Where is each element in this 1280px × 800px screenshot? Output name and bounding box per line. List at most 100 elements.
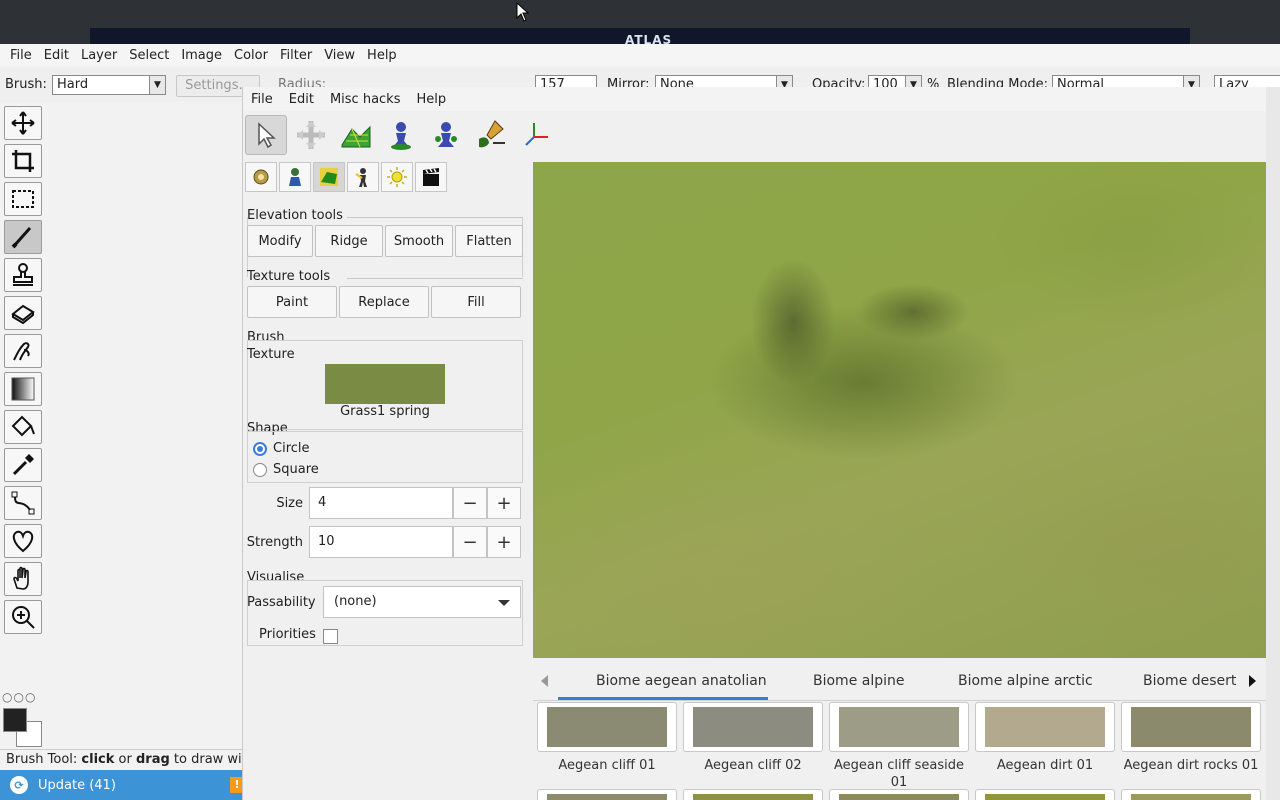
priorities-checkbox[interactable] bbox=[323, 629, 338, 644]
paintbrush-icon bbox=[479, 120, 505, 148]
smudge-tool-button[interactable] bbox=[4, 334, 42, 368]
texture-tile[interactable] bbox=[1121, 702, 1261, 752]
texture-tile[interactable] bbox=[537, 702, 677, 752]
crop-tool-button[interactable] bbox=[4, 144, 42, 178]
size-decrement-button[interactable]: − bbox=[453, 487, 487, 519]
crop-icon bbox=[12, 150, 34, 172]
passability-select[interactable]: (none) bbox=[323, 586, 521, 618]
stamp-tool-button[interactable] bbox=[4, 258, 42, 292]
status-click: click bbox=[81, 752, 115, 767]
terrain-3d-viewport[interactable] bbox=[533, 162, 1266, 658]
chevron-down-icon: ▼ bbox=[149, 76, 165, 94]
paint-menu-edit[interactable]: Edit bbox=[44, 48, 69, 63]
fill-icon bbox=[11, 415, 35, 437]
scroll-left-icon[interactable] bbox=[541, 675, 548, 687]
paint-terrain-tool-button[interactable] bbox=[470, 115, 512, 155]
palette-dots[interactable]: ○○○ bbox=[2, 690, 36, 704]
zoom-tool-button[interactable] bbox=[4, 600, 42, 634]
shape-square-radio[interactable]: Square bbox=[253, 462, 319, 477]
texture-tile[interactable] bbox=[829, 789, 969, 800]
strength-input[interactable]: 10 bbox=[309, 526, 453, 558]
update-notification-bar[interactable]: ⟳ Update (41) ! bbox=[0, 770, 244, 800]
move-tool-button[interactable] bbox=[4, 106, 42, 140]
brush-select[interactable]: Hard ▼ bbox=[52, 75, 166, 95]
strength-row: Strength 10 − + bbox=[247, 526, 525, 560]
texture-tile[interactable] bbox=[975, 789, 1115, 800]
cinematic-settings-tab[interactable] bbox=[415, 162, 447, 192]
texture-swatch bbox=[1131, 707, 1251, 747]
shape-square-label: Square bbox=[273, 462, 319, 477]
terrain-grid-icon bbox=[341, 125, 371, 148]
eraser-tool-button[interactable] bbox=[4, 296, 42, 330]
paint-menu-help[interactable]: Help bbox=[367, 48, 397, 63]
brush-tool-button[interactable] bbox=[4, 220, 42, 254]
size-input[interactable]: 4 bbox=[309, 487, 453, 519]
atlas-menu-file[interactable]: File bbox=[243, 92, 281, 107]
texture-preview-swatch[interactable] bbox=[325, 364, 445, 404]
transform-tool-button[interactable] bbox=[290, 115, 332, 155]
terrain-tool-button[interactable] bbox=[335, 115, 377, 155]
texture-tools-title: Texture tools bbox=[247, 269, 331, 284]
path-icon bbox=[11, 491, 35, 515]
paint-menu-filter[interactable]: Filter bbox=[280, 48, 312, 63]
paint-menu-file[interactable]: File bbox=[10, 48, 32, 63]
shapes-tool-button[interactable] bbox=[4, 524, 42, 558]
texture-tile[interactable] bbox=[683, 789, 823, 800]
texture-tile[interactable] bbox=[975, 702, 1115, 752]
tab-biome-aegean-anatolian[interactable]: Biome aegean anatolian bbox=[596, 673, 767, 689]
ridge-button[interactable]: Ridge bbox=[315, 225, 383, 257]
rect-select-tool-button[interactable] bbox=[4, 182, 42, 216]
object-tool-button[interactable] bbox=[380, 115, 422, 155]
pan-tool-button[interactable] bbox=[4, 562, 42, 596]
modify-button[interactable]: Modify bbox=[247, 225, 313, 257]
fill-tool-button[interactable] bbox=[4, 410, 42, 444]
player-tool-button[interactable] bbox=[425, 115, 467, 155]
pawn-group-icon bbox=[435, 122, 457, 147]
axes-tool-button[interactable] bbox=[515, 115, 557, 155]
atlas-editor-window: File Edit Misc hacks Help Elevation tool… bbox=[242, 87, 1266, 800]
atlas-menu-help[interactable]: Help bbox=[409, 92, 455, 107]
paint-menu-layer[interactable]: Layer bbox=[81, 48, 117, 63]
paint-menu-view[interactable]: View bbox=[324, 48, 355, 63]
map-settings-tab[interactable] bbox=[245, 162, 277, 192]
flatten-button[interactable]: Flatten bbox=[455, 225, 523, 257]
paint-button[interactable]: Paint bbox=[247, 286, 337, 318]
tab-biome-alpine-arctic[interactable]: Biome alpine arctic bbox=[958, 673, 1093, 689]
smooth-button[interactable]: Smooth bbox=[385, 225, 453, 257]
select-tool-button[interactable] bbox=[245, 115, 287, 155]
atlas-menu-edit[interactable]: Edit bbox=[281, 92, 322, 107]
scroll-right-icon[interactable] bbox=[1249, 675, 1256, 687]
strength-increment-button[interactable]: + bbox=[487, 526, 521, 558]
shape-circle-radio[interactable]: Circle bbox=[253, 441, 310, 456]
tab-biome-alpine[interactable]: Biome alpine bbox=[813, 673, 905, 689]
texture-tile[interactable] bbox=[683, 702, 823, 752]
move-icon bbox=[11, 111, 35, 135]
texture-name: Grass1 spring bbox=[340, 404, 430, 419]
desktop-top-bar: ATLAS bbox=[0, 0, 1280, 47]
paint-menu-color[interactable]: Color bbox=[234, 48, 268, 63]
eyedropper-tool-button[interactable] bbox=[4, 448, 42, 482]
foreground-color-swatch[interactable] bbox=[3, 708, 27, 732]
path-tool-button[interactable] bbox=[4, 486, 42, 520]
environment-settings-tab[interactable] bbox=[381, 162, 413, 192]
player-settings-tab[interactable] bbox=[279, 162, 311, 192]
tab-biome-desert[interactable]: Biome desert bbox=[1143, 673, 1236, 689]
size-increment-button[interactable]: + bbox=[487, 487, 521, 519]
atlas-menu-misc-hacks[interactable]: Misc hacks bbox=[322, 92, 409, 107]
texture-tiles-grid: Aegean cliff 01 Aegean cliff 02 Aegean c… bbox=[533, 701, 1266, 800]
paint-menu-image[interactable]: Image bbox=[181, 48, 222, 63]
status-suffix: to draw with bbox=[173, 752, 244, 767]
texture-tile[interactable] bbox=[1121, 789, 1261, 800]
gradient-tool-button[interactable] bbox=[4, 372, 42, 406]
terrain-settings-tab[interactable] bbox=[313, 162, 345, 192]
texture-tile[interactable] bbox=[829, 702, 969, 752]
strength-decrement-button[interactable]: − bbox=[453, 526, 487, 558]
status-mid: or bbox=[114, 752, 136, 767]
texture-tile[interactable] bbox=[537, 789, 677, 800]
texture-tile-label: Aegean cliff seaside 01 bbox=[833, 758, 965, 790]
texture-swatch bbox=[547, 707, 667, 747]
fill-button[interactable]: Fill bbox=[431, 286, 521, 318]
replace-button[interactable]: Replace bbox=[339, 286, 429, 318]
paint-menu-select[interactable]: Select bbox=[129, 48, 169, 63]
unit-settings-tab[interactable] bbox=[347, 162, 379, 192]
